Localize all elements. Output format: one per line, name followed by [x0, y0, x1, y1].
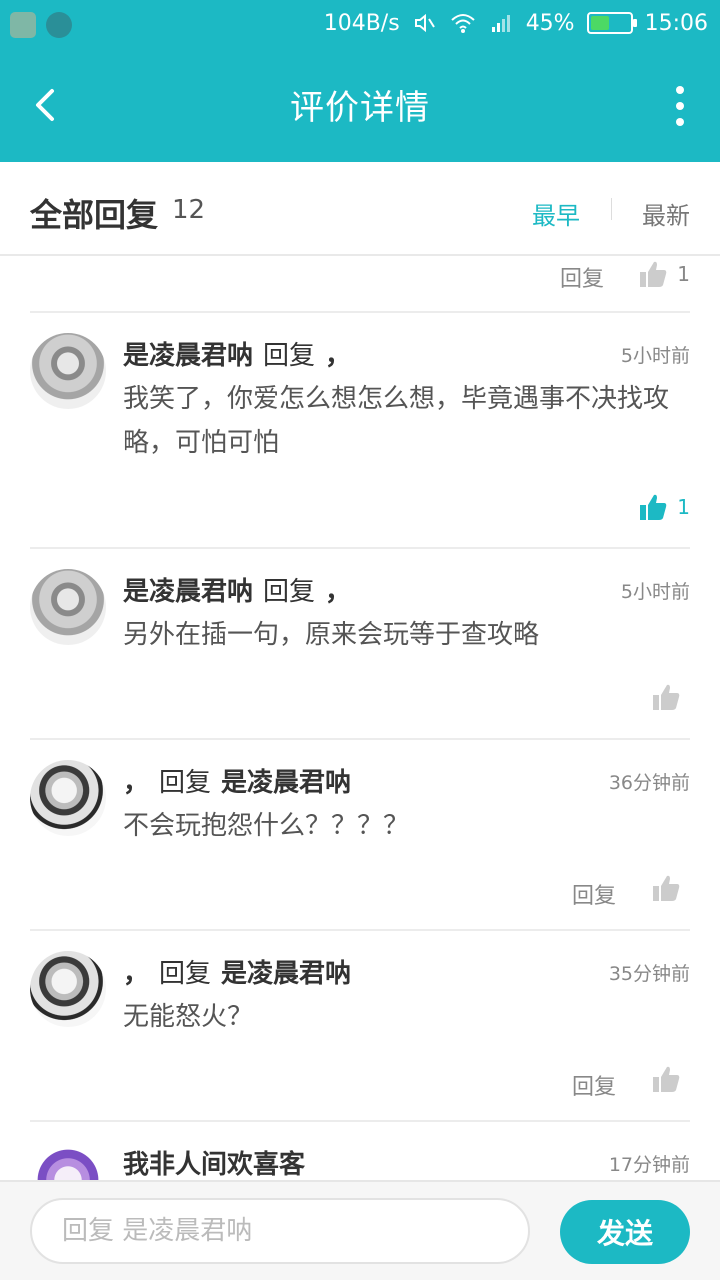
- timestamp: 5小时前: [620, 345, 690, 367]
- list-item: 我非人间欢喜客 17分钟前: [30, 1122, 690, 1180]
- reply-verb: 回复: [159, 959, 212, 989]
- sort-latest-tab[interactable]: 最新: [642, 196, 690, 231]
- comment-meta: 是凌晨君呐 回复 ，: [123, 335, 690, 375]
- reply-button[interactable]: 回复: [572, 878, 616, 910]
- reply-verb: 回复: [263, 577, 316, 607]
- reply-count: 12: [172, 195, 206, 225]
- reply-target[interactable]: ，: [325, 577, 351, 607]
- reply-list: 回复 1 是凌晨君呐 回复， 5小时前 我笑了，你爱怎么想怎么想，毕竟遇事不决找攻…: [0, 256, 720, 1180]
- thumbs-up-icon: [653, 1066, 680, 1092]
- wifi-icon: [450, 10, 476, 36]
- replies-header: 全部回复 12 最早 最新: [0, 162, 720, 256]
- reply-bar: 发送: [0, 1180, 720, 1280]
- like-button[interactable]: [650, 1063, 682, 1095]
- like-button[interactable]: 1: [637, 258, 690, 290]
- reply-target[interactable]: 是凌晨君呐: [221, 959, 351, 989]
- like-button[interactable]: [650, 872, 682, 904]
- reply-button[interactable]: 回复: [560, 261, 604, 293]
- author-name[interactable]: ，: [123, 959, 149, 989]
- network-speed: 104B/s: [323, 10, 400, 36]
- comment-text: 无能怒火？: [123, 1002, 254, 1032]
- screenshot-app-icon: [46, 12, 72, 38]
- app-header: 评价详情: [0, 50, 720, 162]
- reply-target[interactable]: 是凌晨君呐: [221, 768, 351, 798]
- all-replies-label: 全部回复: [30, 196, 159, 234]
- avatar[interactable]: [30, 1142, 106, 1180]
- status-bar: 104B/s 45% 15:06: [0, 0, 720, 50]
- reply-verb: 回复: [159, 768, 212, 798]
- comment-text: 不会玩抱怨什么？？？？: [123, 811, 410, 841]
- reply-button[interactable]: 回复: [572, 1069, 616, 1101]
- author-name[interactable]: 是凌晨君呐: [123, 341, 253, 371]
- thumbs-up-icon: [653, 875, 680, 901]
- battery-fill: [590, 16, 610, 30]
- avatar[interactable]: [30, 333, 106, 409]
- avatar[interactable]: [30, 951, 106, 1027]
- list-item: 是凌晨君呐 回复 ， 5小时前 我笑了，你爱怎么想怎么想，毕竟遇事不决找攻略，可怕可…: [30, 313, 690, 549]
- sort-divider: [611, 198, 612, 220]
- send-button[interactable]: 发送: [560, 1200, 690, 1264]
- mute-icon: [412, 10, 438, 36]
- thumbs-up-icon: [653, 684, 680, 710]
- sort-earliest-tab[interactable]: 最早: [532, 196, 580, 231]
- like-count: 1: [677, 262, 690, 286]
- battery-percent: 45%: [525, 10, 575, 36]
- battery-icon: [586, 12, 637, 34]
- more-dot: [676, 118, 684, 126]
- status-right: 104B/s 45% 15:06: [324, 10, 708, 36]
- more-options-button[interactable]: [670, 86, 690, 126]
- reply-verb: 回复: [263, 341, 316, 371]
- author-name[interactable]: ，: [123, 768, 149, 798]
- avatar[interactable]: [30, 760, 106, 836]
- reply-input[interactable]: [30, 1198, 530, 1264]
- clock: 15:06: [644, 10, 708, 36]
- page-title: 评价详情: [290, 88, 430, 128]
- comment-meta: 我非人间欢喜客: [123, 1144, 690, 1180]
- list-item-partial: 回复 1: [30, 256, 690, 313]
- comment-meta: ， 回复 是凌晨君呐: [123, 762, 690, 802]
- timestamp: 17分钟前: [608, 1154, 690, 1176]
- comment-meta: ， 回复 是凌晨君呐: [123, 953, 690, 993]
- author-name[interactable]: 是凌晨君呐: [123, 577, 253, 607]
- comment-text: 另外在插一句，原来会玩等于查攻略: [123, 620, 540, 650]
- status-left-icons: [10, 12, 72, 38]
- comment-text: 我笑了，你爱怎么想怎么想，毕竟遇事不决找攻略，可怕可怕: [123, 384, 670, 458]
- timestamp: 5小时前: [620, 581, 690, 603]
- signal-icon: [488, 10, 514, 36]
- like-button[interactable]: 1: [637, 491, 690, 523]
- shield-app-icon: [10, 12, 36, 38]
- avatar[interactable]: [30, 569, 106, 645]
- more-dot: [676, 86, 684, 94]
- more-dot: [676, 102, 684, 110]
- author-name[interactable]: 我非人间欢喜客: [123, 1150, 305, 1180]
- comment-meta: 是凌晨君呐 回复 ，: [123, 571, 690, 611]
- like-button[interactable]: [650, 681, 682, 713]
- timestamp: 36分钟前: [608, 772, 690, 794]
- timestamp: 35分钟前: [608, 963, 690, 985]
- list-item: ，回复 是凌晨君呐 35分钟前 无能怒火？ 回复: [30, 931, 690, 1122]
- thumbs-up-icon: [640, 494, 667, 520]
- like-count: 1: [677, 495, 690, 519]
- list-item: ，回复 是凌晨君呐 36分钟前 不会玩抱怨什么？？？？ 回复: [30, 740, 690, 931]
- list-item: 是凌晨君呐 回复 ， 5小时前 另外在插一句，原来会玩等于查攻略: [30, 549, 690, 740]
- thumbs-up-icon: [640, 261, 667, 287]
- reply-target[interactable]: ，: [325, 341, 351, 371]
